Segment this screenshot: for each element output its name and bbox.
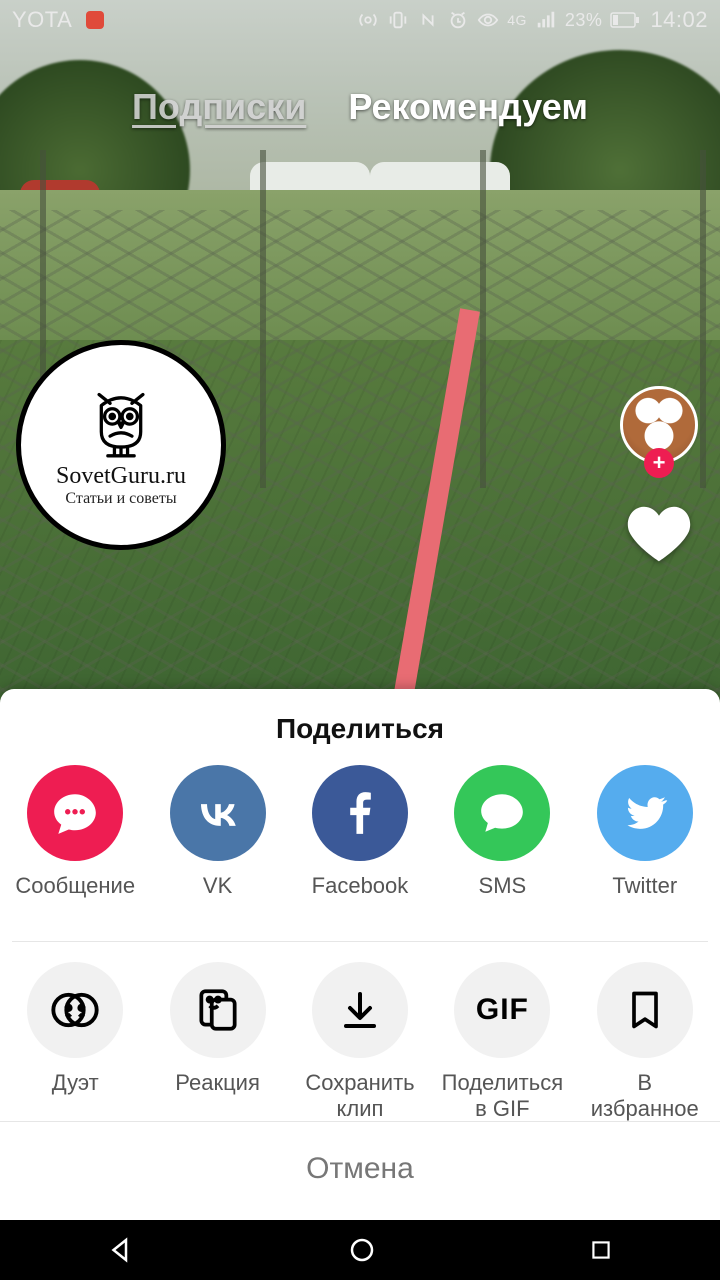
share-option-sms[interactable]: SMS [431, 765, 573, 921]
action-label: Дуэт [52, 1070, 99, 1118]
gif-icon: GIF [454, 962, 550, 1058]
clock-label: 14:02 [650, 7, 708, 33]
follow-button[interactable]: + [644, 448, 674, 478]
download-icon [312, 962, 408, 1058]
action-label: Сохранитьклип [305, 1070, 414, 1121]
share-sheet: Поделиться Сообщение VK Facebook [0, 689, 720, 1220]
cancel-button[interactable]: Отмена [0, 1121, 720, 1220]
watermark-subtitle: Статьи и советы [65, 490, 176, 508]
action-share-gif[interactable]: GIF Поделитьсяв GIF [431, 962, 573, 1121]
share-social-row: Сообщение VK Facebook SMS [0, 763, 720, 921]
share-option-label: VK [203, 873, 232, 921]
message-icon [27, 765, 123, 861]
share-option-twitter[interactable]: Twitter [574, 765, 716, 921]
share-option-vk[interactable]: VK [146, 765, 288, 921]
duet-icon [27, 962, 123, 1058]
watermark-brand: SovetGuru.ru [56, 463, 186, 490]
share-option-message[interactable]: Сообщение [4, 765, 146, 921]
author-avatar[interactable]: + [620, 386, 698, 464]
action-label: Визбранное [591, 1070, 699, 1121]
share-option-facebook[interactable]: Facebook [289, 765, 431, 921]
facebook-icon [312, 765, 408, 861]
signal-icon [535, 9, 557, 31]
like-button[interactable] [626, 504, 692, 569]
status-bar: YOTA 4G 23% 14:02 [0, 0, 720, 40]
battery-percent-label: 23% [565, 10, 603, 31]
twitter-icon [597, 765, 693, 861]
network-type-label: 4G [507, 12, 527, 28]
react-icon [170, 962, 266, 1058]
action-add-favorite[interactable]: Визбранное [574, 962, 716, 1121]
action-label: Реакция [175, 1070, 260, 1118]
share-option-label: Сообщение [15, 873, 135, 921]
tab-for-you[interactable]: Рекомендуем [348, 86, 588, 128]
action-duet[interactable]: Дуэт [4, 962, 146, 1121]
vk-icon [170, 765, 266, 861]
action-react[interactable]: Реакция [146, 962, 288, 1121]
recording-indicator-icon [86, 11, 104, 29]
screen: YOTA 4G 23% 14:02 Подписки Рекомендуем [0, 0, 720, 1280]
hotspot-icon [357, 9, 379, 31]
owl-icon [86, 383, 156, 463]
watermark-logo: SovetGuru.ru Статьи и советы [16, 340, 226, 550]
share-sheet-title: Поделиться [0, 689, 720, 763]
share-option-label: Twitter [612, 873, 677, 921]
eye-comfort-icon [477, 9, 499, 31]
bookmark-icon [597, 962, 693, 1058]
vibrate-icon [387, 9, 409, 31]
carrier-label: YOTA [12, 7, 72, 33]
share-actions-row: Дуэт Реакция Сохранитьклип GIF Поделитьс… [0, 960, 720, 1121]
battery-icon [610, 12, 640, 28]
nav-recent-button[interactable] [588, 1237, 614, 1263]
share-option-label: SMS [479, 873, 527, 921]
nfc-icon [417, 9, 439, 31]
nav-home-button[interactable] [347, 1235, 377, 1265]
android-nav-bar [0, 1220, 720, 1280]
sms-icon [454, 765, 550, 861]
action-label: Поделитьсяв GIF [442, 1070, 563, 1121]
nav-back-button[interactable] [106, 1235, 136, 1265]
right-action-rail: + [620, 386, 698, 569]
alarm-icon [447, 9, 469, 31]
action-save-video[interactable]: Сохранитьклип [289, 962, 431, 1121]
tab-following[interactable]: Подписки [132, 86, 306, 128]
share-option-label: Facebook [312, 873, 409, 921]
feed-tabs: Подписки Рекомендуем [0, 86, 720, 128]
